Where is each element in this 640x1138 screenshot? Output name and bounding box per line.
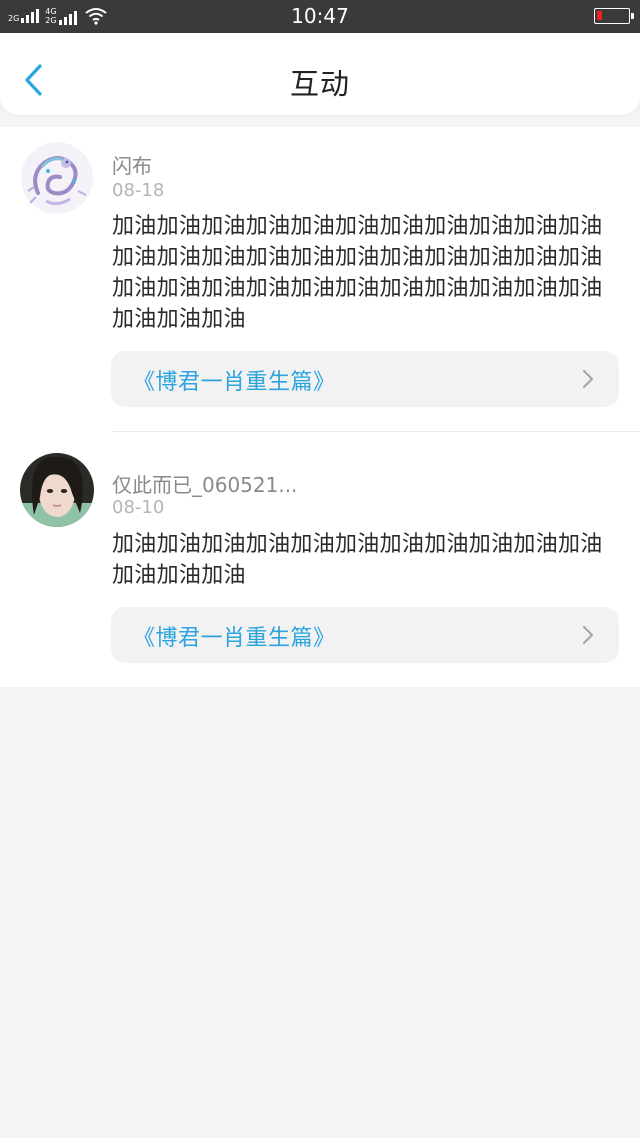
- chevron-right-icon: [582, 625, 594, 645]
- avatar[interactable]: [20, 453, 94, 527]
- page-title: 互动: [289, 67, 350, 101]
- username[interactable]: 仅此而已_060521...: [112, 469, 297, 498]
- comment-text: 加油加油加油加油加油加油加油加油加油加油加油加油加油加油加油加油加油加油加油加油…: [112, 214, 603, 332]
- book-link-button[interactable]: 《博君一肖重生篇》: [111, 607, 619, 663]
- divider: [112, 431, 640, 432]
- comment-text: 加油加油加油加油加油加油加油加油加油加油加油加油加油加油: [112, 532, 603, 588]
- chevron-right-icon: [582, 369, 594, 389]
- comment-date: 08-10: [112, 497, 165, 518]
- book-title: 《博君一肖重生篇》: [133, 370, 336, 395]
- avatar[interactable]: [20, 141, 94, 215]
- dragon-avatar-image: [20, 141, 94, 215]
- clock: 10:47: [291, 4, 349, 28]
- book-title: 《博君一肖重生篇》: [133, 626, 336, 651]
- username[interactable]: 闪布: [112, 150, 152, 179]
- portrait-avatar-image: [20, 453, 94, 527]
- header: 互动: [0, 33, 640, 115]
- comment-date: 08-18: [112, 180, 165, 201]
- battery-icon: [594, 8, 634, 24]
- status-bar: 2G 4G 2G 10:47: [0, 0, 640, 33]
- book-link-button[interactable]: 《博君一肖重生篇》: [111, 351, 619, 407]
- battery-level: [597, 11, 602, 20]
- comment-list: 闪布 08-18 加油加油加油加油加油加油加油加油加油加油加油加油加油加油加油加…: [0, 127, 640, 687]
